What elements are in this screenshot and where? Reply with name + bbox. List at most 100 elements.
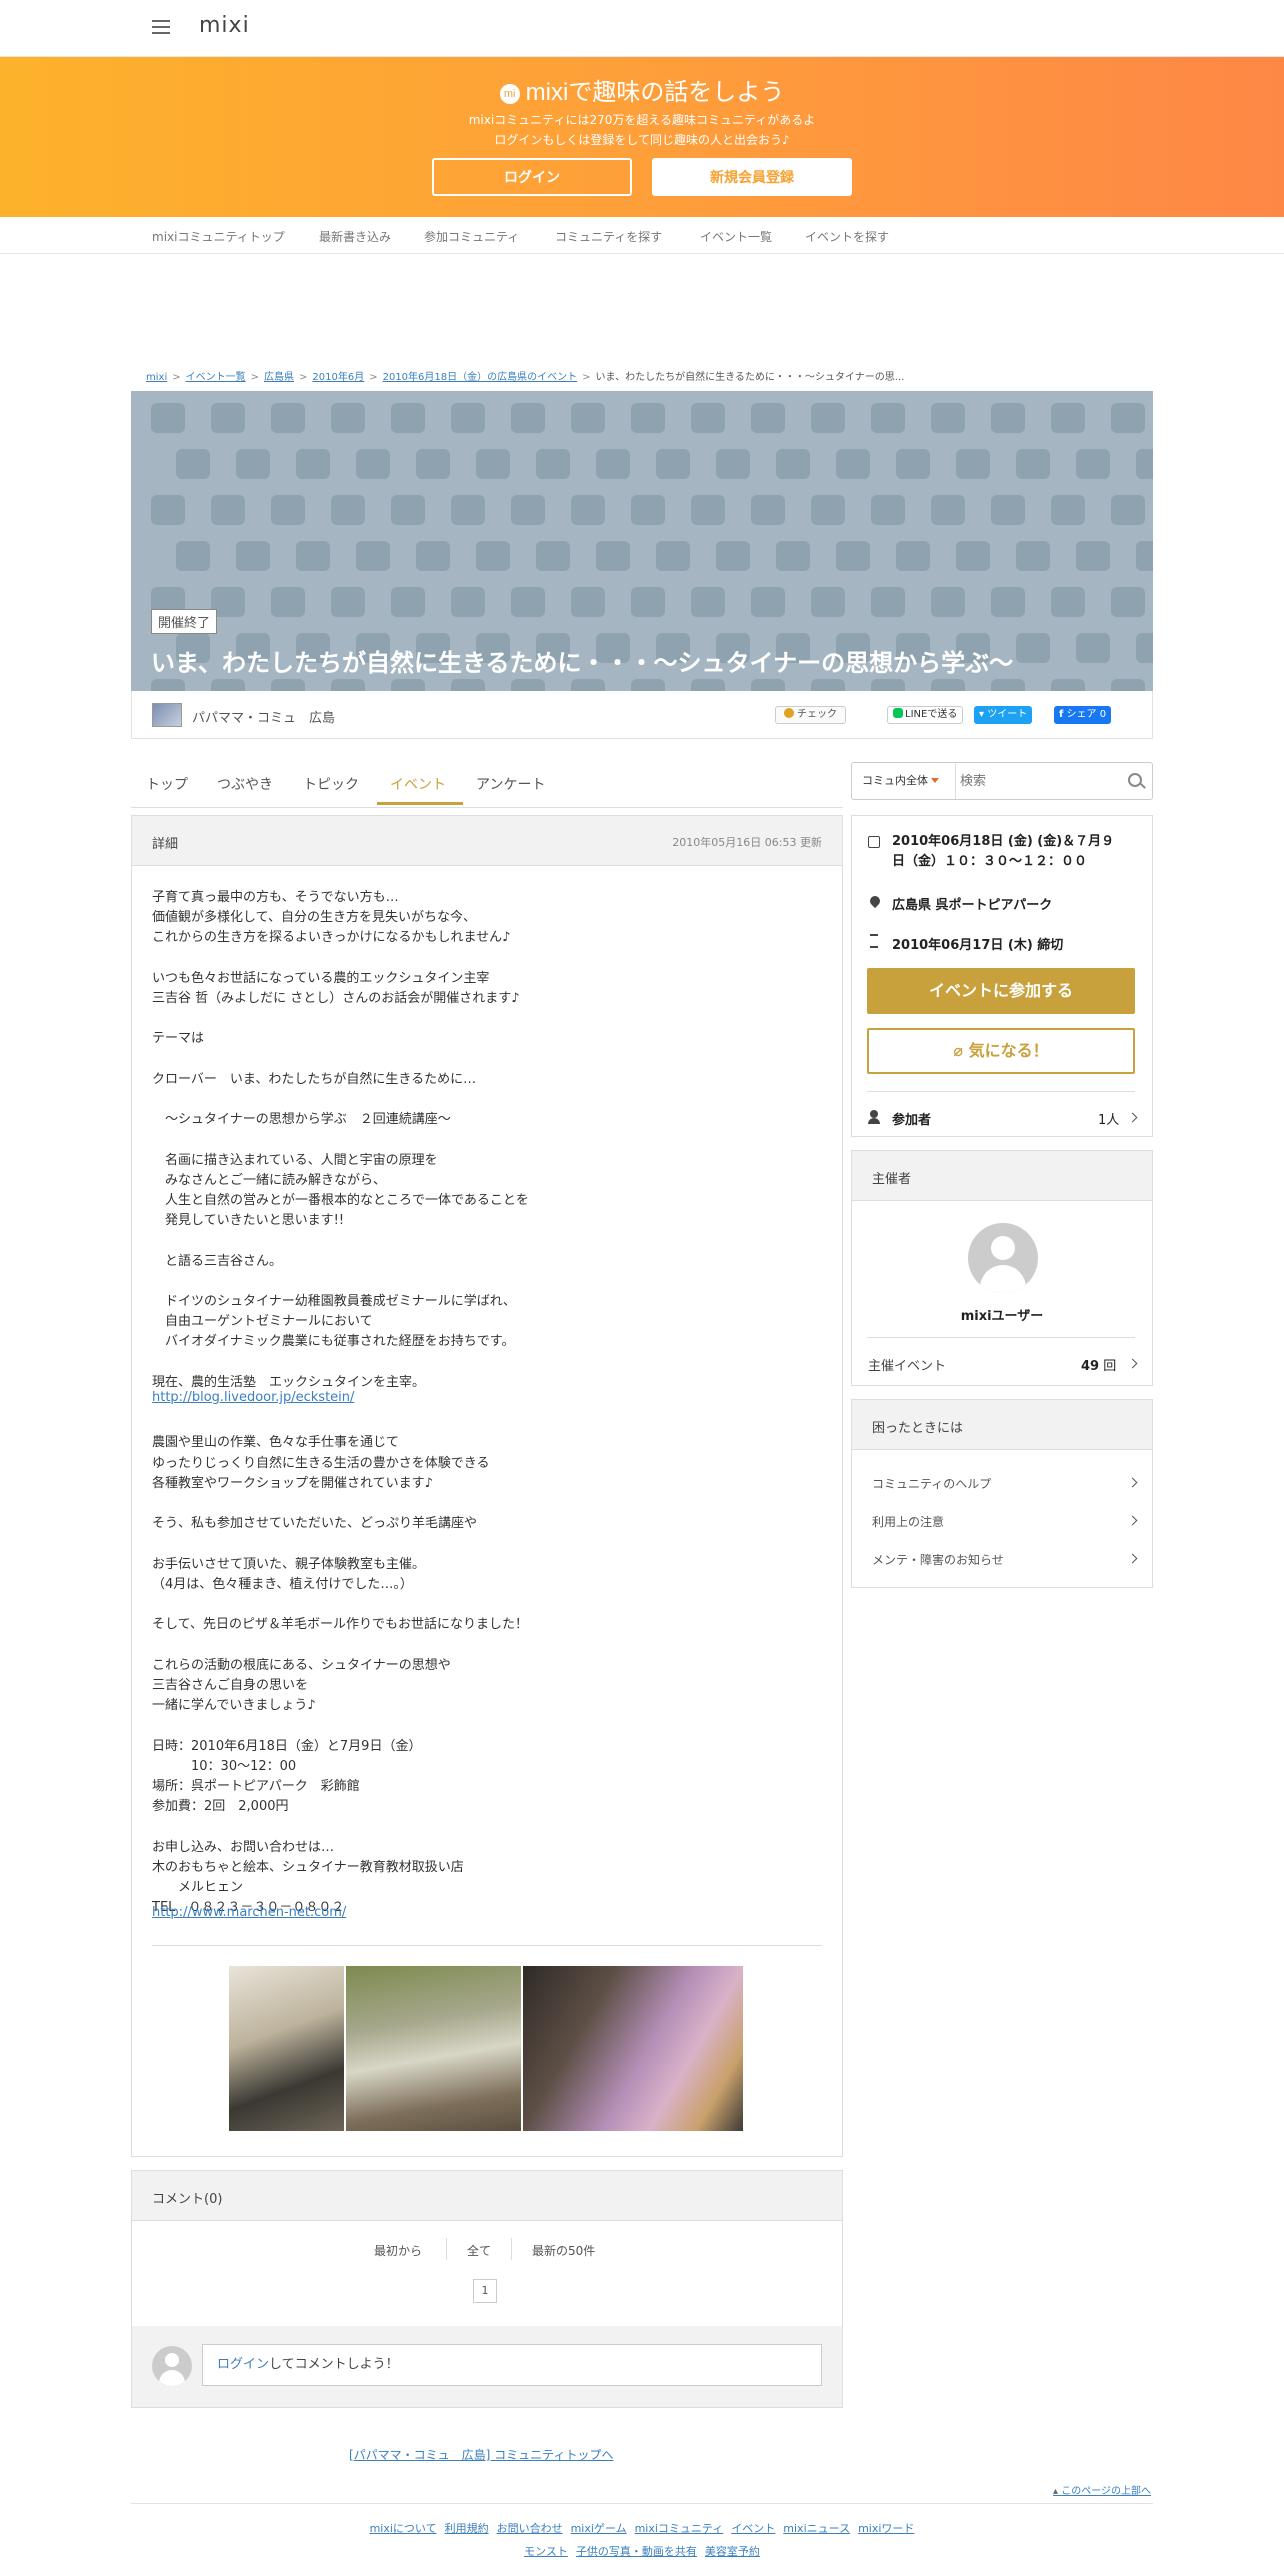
page-number[interactable]: 1: [473, 2279, 497, 2303]
pattern-icon: [1076, 449, 1110, 479]
pattern-icon: [811, 587, 845, 617]
search-icon[interactable]: [1128, 773, 1142, 787]
check-button[interactable]: チェック: [775, 706, 846, 724]
login-button[interactable]: ログイン: [432, 158, 632, 196]
facebook-share-button[interactable]: f シェア 0: [1054, 706, 1112, 724]
organizer-name[interactable]: mixiユーザー: [852, 1305, 1152, 1324]
pattern-icon: [1076, 633, 1110, 663]
promo-banner: mi mixiで趣味の話をしよう mixiコミュニティには270万を超える趣味コミ…: [0, 57, 1284, 217]
help-community[interactable]: コミュニティのヘルプ: [872, 1475, 991, 1492]
mixi-logo[interactable]: mixi: [199, 13, 250, 38]
pattern-icon: [871, 679, 905, 691]
footer-contact[interactable]: お問い合わせ: [497, 2522, 563, 2535]
pattern-icon: [271, 679, 305, 691]
tab-events[interactable]: イベント: [390, 774, 446, 794]
pattern-icon: [776, 449, 810, 479]
page-top-link[interactable]: ▴ このページの上部へ: [1053, 2482, 1151, 2497]
organizer-card: 主催者 mixiユーザー 主催イベント 49 回: [851, 1150, 1153, 1386]
search-scope-select[interactable]: コミュ内全体: [852, 763, 956, 799]
tweet-button[interactable]: ▾ ツイート: [974, 706, 1033, 724]
pattern-icon: [991, 587, 1025, 617]
pattern-icon: [271, 403, 305, 433]
pattern-icon: [836, 541, 870, 571]
pattern-icon: [931, 495, 965, 525]
facebook-icon: f: [1059, 709, 1064, 720]
community-bar: パパママ・コミュ 広島 チェック LINEで送る ▾ ツイート f シェア 0: [131, 691, 1153, 739]
pattern-icon: [296, 449, 330, 479]
status-badge: 開催終了: [151, 609, 218, 634]
footer-terms[interactable]: 利用規約: [445, 2522, 489, 2535]
chevron-right-icon: [1127, 1515, 1138, 1526]
pattern-icon: [656, 541, 690, 571]
tab-tweets[interactable]: つぶやき: [217, 774, 273, 794]
tab-surveys[interactable]: アンケート: [476, 774, 545, 794]
footer-salon[interactable]: 美容室予約: [705, 2545, 760, 2558]
pattern-icon: [211, 495, 245, 525]
breadcrumb-hiroshima[interactable]: 広島県: [264, 372, 294, 383]
tab-topics[interactable]: トピック: [303, 774, 359, 794]
event-photo-2[interactable]: [346, 1966, 521, 2131]
footer-event[interactable]: イベント: [731, 2522, 775, 2535]
pattern-icon: [1111, 679, 1145, 691]
interested-button[interactable]: ⌀ 気になる！: [867, 1028, 1135, 1074]
pattern-icon: [691, 495, 725, 525]
help-maintenance[interactable]: メンテ・障害のお知らせ: [872, 1551, 1004, 1568]
chevron-right-icon: [1127, 1358, 1138, 1369]
comment-input[interactable]: ログインしてコメントしよう！: [202, 2344, 822, 2386]
event-photo-3[interactable]: [523, 1966, 743, 2131]
search-input[interactable]: [960, 767, 1120, 795]
organizer-avatar[interactable]: [968, 1223, 1038, 1293]
participants-count[interactable]: 1人: [1098, 1109, 1119, 1128]
pattern-icon: [751, 495, 785, 525]
community-tabs: トップ つぶやき トピック イベント アンケート: [131, 758, 843, 808]
subnav-latest-posts[interactable]: 最新書き込み: [319, 228, 391, 245]
subnav-joined[interactable]: 参加コミュニティ: [424, 228, 519, 245]
footer-game[interactable]: mixiゲーム: [571, 2522, 627, 2535]
pager-all[interactable]: 全て: [467, 2242, 491, 2259]
footer-community[interactable]: mixiコミュニティ: [635, 2522, 724, 2535]
breadcrumb-month[interactable]: 2010年6月: [312, 372, 364, 383]
pattern-icon: [271, 587, 305, 617]
subnav-community-top[interactable]: mixiコミュニティトップ: [152, 228, 285, 245]
eckstein-link[interactable]: http://blog.livedoor.jp/eckstein/: [152, 1390, 354, 1405]
comment-login-link[interactable]: ログイン: [217, 2357, 269, 2372]
marchen-link[interactable]: http://www.marchen-net.com/: [152, 1905, 346, 1920]
community-name[interactable]: パパママ・コミュ 広島: [192, 707, 335, 726]
line-share-button[interactable]: LINEで送る: [887, 706, 964, 724]
pattern-icon: [811, 403, 845, 433]
footer-word[interactable]: mixiワード: [858, 2522, 914, 2535]
hamburger-menu-icon[interactable]: [152, 20, 170, 34]
register-button[interactable]: 新規会員登録: [652, 158, 852, 196]
organized-events-count[interactable]: 49 回: [1081, 1355, 1116, 1374]
pattern-icon: [956, 541, 990, 571]
footer-monst[interactable]: モンスト: [524, 2545, 568, 2558]
community-thumbnail[interactable]: [152, 703, 182, 727]
footer-about[interactable]: mixiについて: [370, 2522, 437, 2535]
subnav-find-event[interactable]: イベントを探す: [805, 228, 889, 245]
subnav-event-list[interactable]: イベント一覧: [700, 228, 772, 245]
pattern-icon: [451, 495, 485, 525]
event-photo-1[interactable]: [229, 1966, 344, 2131]
event-hero: 開催終了 いま、わたしたちが自然に生きるために・・・～シュタイナーの思想から学ぶ…: [131, 391, 1153, 691]
mixi-icon: mi: [499, 84, 520, 104]
footer-news[interactable]: mixiニュース: [783, 2522, 850, 2535]
pattern-icon: [151, 495, 185, 525]
pager-latest[interactable]: 最新の50件: [532, 2242, 595, 2259]
tab-top[interactable]: トップ: [146, 774, 188, 794]
pattern-icon: [356, 449, 390, 479]
comments-title: コメント(0): [152, 2192, 223, 2207]
pattern-icon: [836, 449, 870, 479]
event-detail-card: 詳細 2010年05月16日 06:53 更新 子育て真っ最中の方も、そうでない…: [131, 815, 843, 2157]
join-event-button[interactable]: イベントに参加する: [867, 968, 1135, 1014]
chevron-right-icon: [1127, 1477, 1138, 1488]
pager-first[interactable]: 最初から: [374, 2242, 422, 2259]
breadcrumb-day[interactable]: 2010年6月18日（金）の広島県のイベント: [383, 372, 578, 383]
subnav-find-community[interactable]: コミュニティを探す: [555, 228, 662, 245]
breadcrumb-event-list[interactable]: イベント一覧: [186, 372, 246, 383]
back-to-community-link[interactable]: [パパママ・コミュ 広島] コミュニティトップへ: [349, 2446, 613, 2463]
breadcrumb-mixi[interactable]: mixi: [146, 372, 167, 383]
footer-photo-share[interactable]: 子供の写真・動画を共有: [576, 2545, 697, 2558]
pattern-icon: [596, 541, 630, 571]
help-terms[interactable]: 利用上の注意: [872, 1513, 944, 1530]
pattern-icon: [691, 403, 725, 433]
